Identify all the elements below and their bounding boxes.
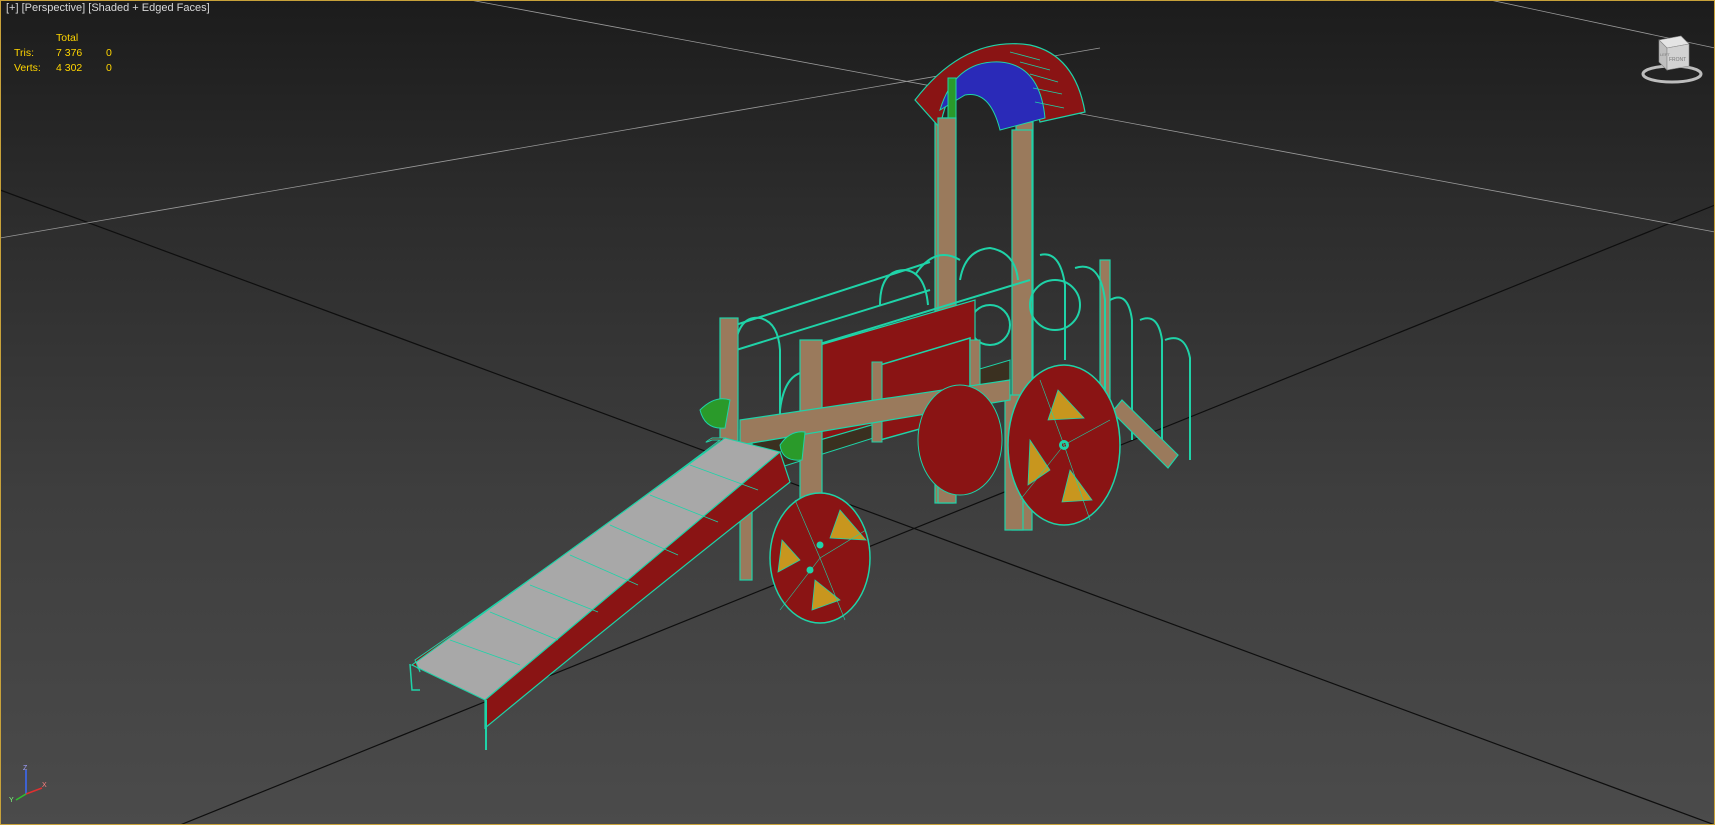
stats-total-value: 7 376 bbox=[56, 47, 83, 59]
viewport-menu-button[interactable]: [+] bbox=[6, 2, 19, 14]
home-grid-light bbox=[0, 0, 1715, 239]
statistics-overlay: Total Tris: 7 376 0 Verts: 4 302 0 bbox=[14, 31, 126, 76]
stats-selected-value: 0 bbox=[106, 47, 112, 59]
stats-label: Verts: bbox=[14, 62, 41, 74]
stats-row-verts: Verts: 4 302 0 bbox=[14, 61, 126, 76]
shading-mode-label[interactable]: [Shaded + Edged Faces] bbox=[88, 2, 209, 14]
roof-arch bbox=[914, 43, 1086, 131]
stats-row-tris: Tris: 7 376 0 bbox=[14, 46, 126, 61]
viewcube-face-front[interactable]: FRONT bbox=[1669, 57, 1686, 63]
grid-line bbox=[469, 0, 1715, 233]
viewcube-icon[interactable]: FRONT LEFT bbox=[1641, 30, 1703, 86]
stats-total-value: 4 302 bbox=[56, 62, 83, 74]
playground-train-model[interactable] bbox=[409, 43, 1191, 750]
viewport-label[interactable]: [+] [Perspective] [Shaded + Edged Faces] bbox=[6, 2, 210, 14]
scene-canvas[interactable] bbox=[0, 0, 1715, 825]
viewcube-face-left[interactable]: LEFT bbox=[1660, 52, 1670, 57]
small-wheel bbox=[769, 492, 871, 624]
point-of-view-label[interactable]: [Perspective] bbox=[22, 2, 86, 14]
axis-z-label: Z bbox=[23, 765, 28, 772]
green-pole bbox=[947, 77, 957, 119]
axis-tripod-icon: Z X Y bbox=[9, 765, 47, 804]
axis-y-label: Y bbox=[9, 797, 14, 804]
stats-selected-value: 0 bbox=[106, 62, 112, 74]
slide bbox=[409, 437, 791, 750]
stats-label: Tris: bbox=[14, 47, 35, 59]
axis-x-label: X bbox=[42, 782, 47, 789]
perspective-viewport[interactable]: [+] [Perspective] [Shaded + Edged Faces]… bbox=[0, 0, 1715, 825]
stats-total-header: Total bbox=[56, 32, 79, 44]
diagonal-brace bbox=[1111, 399, 1179, 469]
large-wheel bbox=[1007, 364, 1121, 526]
green-bumper bbox=[699, 398, 731, 429]
rear-wheel bbox=[917, 384, 1003, 496]
